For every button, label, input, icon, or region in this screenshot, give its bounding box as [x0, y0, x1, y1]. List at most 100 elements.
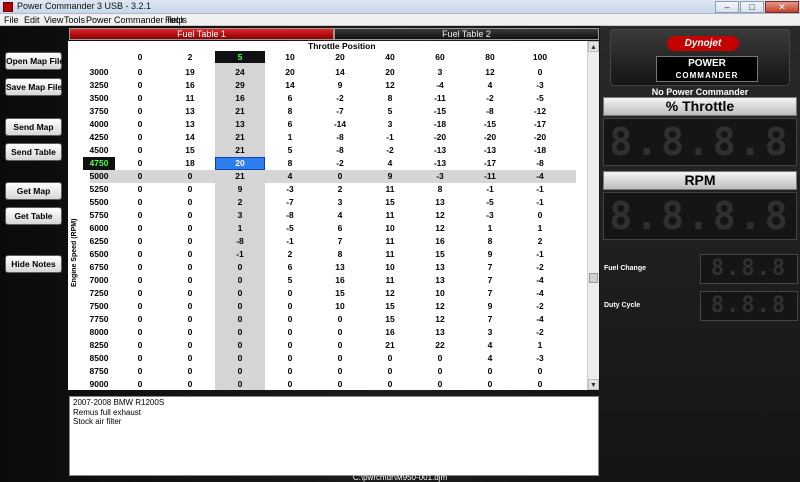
table-cell[interactable]: 4 — [465, 79, 515, 92]
table-cell[interactable]: 7 — [465, 261, 515, 274]
table-cell[interactable]: -12 — [515, 105, 565, 118]
table-cell[interactable]: -14 — [315, 118, 365, 131]
table-cell[interactable]: -8 — [315, 131, 365, 144]
table-cell[interactable]: 13 — [415, 274, 465, 287]
table-cell[interactable]: -2 — [515, 326, 565, 339]
table-cell[interactable]: 0 — [165, 209, 215, 222]
table-cell[interactable]: 0 — [215, 287, 265, 300]
table-cell[interactable]: 0 — [515, 378, 565, 391]
table-cell[interactable]: 0 — [115, 209, 165, 222]
table-cell[interactable]: 0 — [465, 378, 515, 391]
table-cell[interactable]: 0 — [165, 183, 215, 196]
table-cell[interactable]: 0 — [115, 105, 165, 118]
table-cell[interactable]: 13 — [315, 261, 365, 274]
send-map-button[interactable]: Send Map — [5, 118, 62, 136]
table-cell[interactable]: 0 — [115, 365, 165, 378]
row-header-3750[interactable]: 3750 — [83, 105, 115, 118]
row-header-7750[interactable]: 7750 — [83, 313, 115, 326]
row-header-4500[interactable]: 4500 — [83, 144, 115, 157]
table-cell[interactable]: -20 — [515, 131, 565, 144]
table-cell[interactable]: -2 — [315, 157, 365, 170]
row-header-7500[interactable]: 7500 — [83, 300, 115, 313]
table-cell[interactable]: 1 — [215, 222, 265, 235]
table-cell[interactable]: 11 — [365, 235, 415, 248]
table-cell[interactable]: 0 — [415, 378, 465, 391]
table-cell[interactable]: 0 — [365, 352, 415, 365]
table-cell[interactable]: -8 — [315, 144, 365, 157]
table-cell[interactable]: 3 — [465, 326, 515, 339]
table-cell[interactable]: 0 — [165, 222, 215, 235]
table-cell[interactable]: -8 — [265, 209, 315, 222]
table-cell[interactable]: 0 — [115, 79, 165, 92]
table-cell[interactable]: 10 — [415, 287, 465, 300]
table-cell[interactable]: 0 — [115, 157, 165, 170]
table-cell[interactable]: 0 — [165, 261, 215, 274]
table-cell[interactable]: 7 — [465, 313, 515, 326]
table-cell[interactable]: 6 — [265, 261, 315, 274]
table-cell[interactable]: 12 — [415, 313, 465, 326]
table-cell[interactable]: 18 — [165, 157, 215, 170]
table-cell[interactable]: -13 — [415, 144, 465, 157]
table-cell[interactable]: 0 — [415, 352, 465, 365]
table-cell[interactable]: 16 — [365, 326, 415, 339]
table-cell[interactable]: 11 — [365, 209, 415, 222]
table-cell[interactable]: 0 — [115, 287, 165, 300]
table-cell[interactable]: 0 — [115, 300, 165, 313]
table-cell[interactable]: 10 — [365, 261, 415, 274]
row-header-3250[interactable]: 3250 — [83, 79, 115, 92]
table-cell[interactable]: -20 — [415, 131, 465, 144]
table-cell[interactable]: 0 — [115, 222, 165, 235]
table-cell[interactable]: 13 — [215, 118, 265, 131]
table-cell[interactable]: 9 — [465, 300, 515, 313]
table-cell[interactable]: 2 — [315, 183, 365, 196]
table-cell[interactable]: 12 — [365, 287, 415, 300]
table-cell[interactable]: 8 — [465, 235, 515, 248]
table-cell[interactable]: 0 — [315, 313, 365, 326]
row-header-9000[interactable]: 9000 — [83, 378, 115, 391]
table-cell[interactable]: 19 — [165, 66, 215, 79]
table-cell[interactable]: 0 — [315, 326, 365, 339]
tab-fuel-table-2[interactable]: Fuel Table 2 — [334, 28, 599, 40]
row-header-8000[interactable]: 8000 — [83, 326, 115, 339]
table-cell[interactable]: 12 — [415, 209, 465, 222]
table-cell[interactable]: 0 — [465, 365, 515, 378]
table-cell[interactable]: 0 — [165, 365, 215, 378]
table-cell[interactable]: 10 — [315, 300, 365, 313]
table-cell[interactable]: -1 — [215, 248, 265, 261]
table-cell[interactable]: 21 — [365, 339, 415, 352]
table-cell[interactable]: -3 — [415, 170, 465, 183]
row-header-5500[interactable]: 5500 — [83, 196, 115, 209]
table-cell[interactable]: 0 — [515, 66, 565, 79]
row-header-6250[interactable]: 6250 — [83, 235, 115, 248]
table-cell[interactable]: 0 — [115, 66, 165, 79]
table-cell[interactable]: 12 — [415, 300, 465, 313]
table-cell[interactable]: 0 — [265, 378, 315, 391]
table-cell[interactable]: 6 — [265, 118, 315, 131]
table-cell[interactable]: 15 — [165, 144, 215, 157]
table-cell[interactable]: 12 — [365, 79, 415, 92]
table-cell[interactable]: 4 — [365, 157, 415, 170]
vertical-scrollbar[interactable]: ▲ ▼ — [587, 41, 599, 390]
table-cell[interactable]: -3 — [465, 209, 515, 222]
table-cell[interactable]: -18 — [515, 144, 565, 157]
table-cell[interactable]: -3 — [515, 352, 565, 365]
row-header-6500[interactable]: 6500 — [83, 248, 115, 261]
table-cell[interactable]: 20 — [365, 66, 415, 79]
table-cell[interactable]: 8 — [265, 105, 315, 118]
table-cell[interactable]: 5 — [265, 274, 315, 287]
table-cell[interactable]: 0 — [165, 274, 215, 287]
table-cell[interactable]: -11 — [465, 170, 515, 183]
table-cell[interactable]: -4 — [515, 313, 565, 326]
column-header-0[interactable]: 0 — [115, 51, 165, 63]
table-cell[interactable]: 0 — [115, 248, 165, 261]
table-cell[interactable]: 1 — [465, 222, 515, 235]
table-cell[interactable]: 0 — [165, 287, 215, 300]
table-cell[interactable]: 0 — [115, 352, 165, 365]
table-cell[interactable]: -2 — [515, 261, 565, 274]
table-cell[interactable]: -7 — [315, 105, 365, 118]
table-cell[interactable]: -1 — [365, 131, 415, 144]
table-cell[interactable]: 0 — [265, 313, 315, 326]
column-header-2[interactable]: 2 — [165, 51, 215, 63]
table-cell[interactable]: -4 — [515, 170, 565, 183]
table-cell[interactable]: 16 — [215, 92, 265, 105]
